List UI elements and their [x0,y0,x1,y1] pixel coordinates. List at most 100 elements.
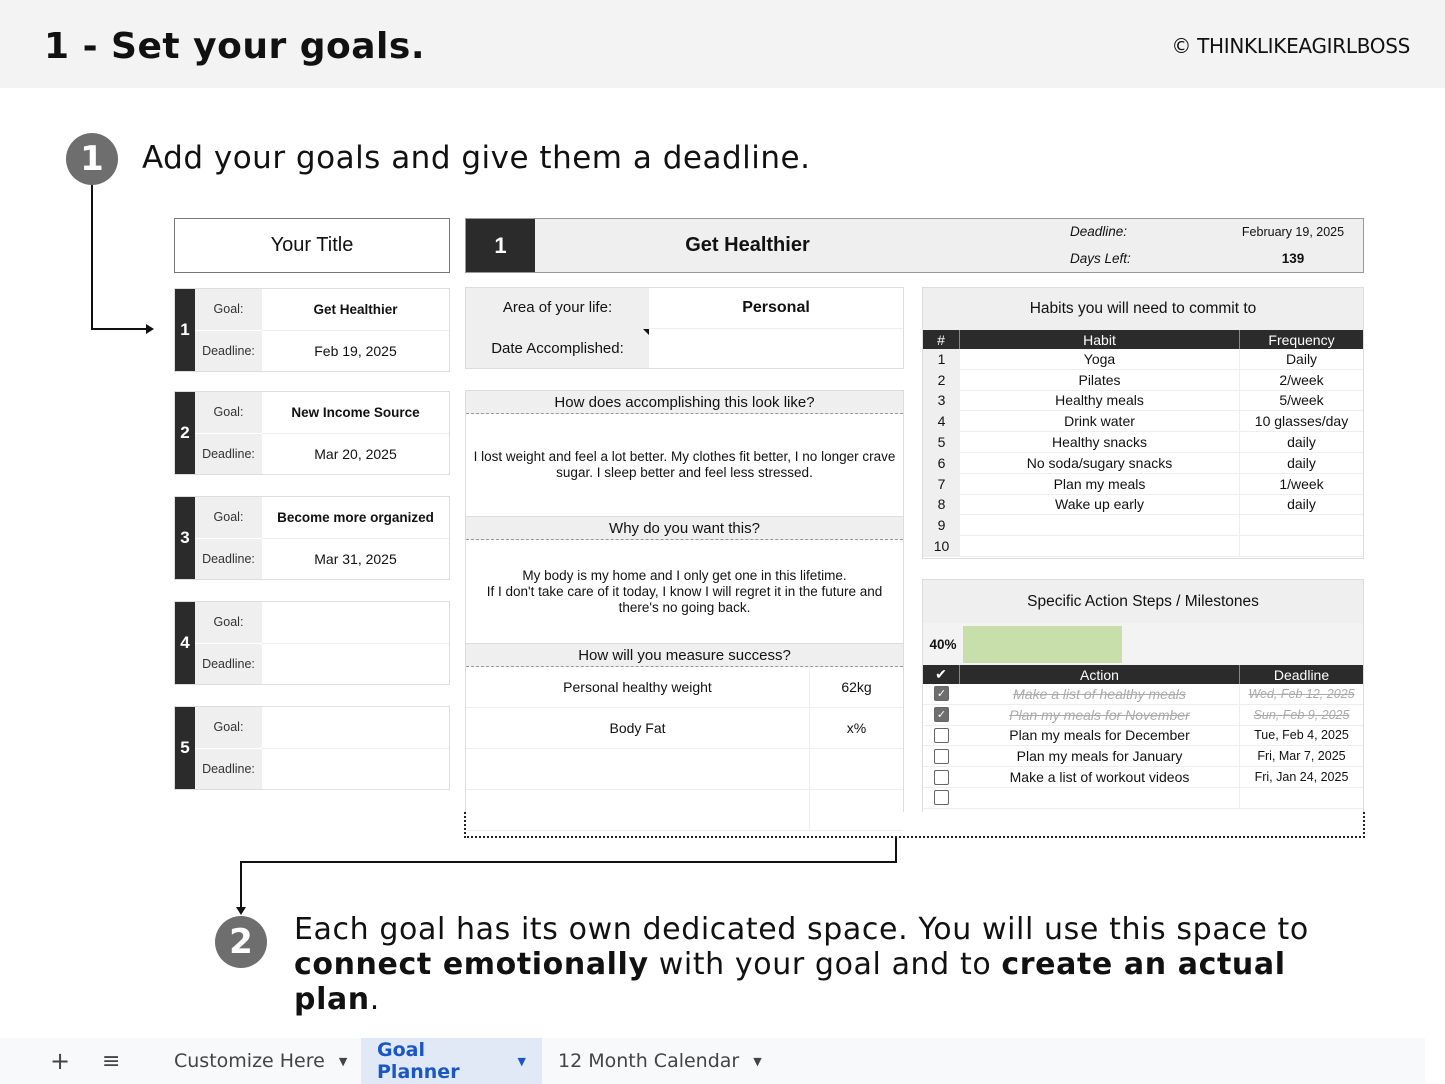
habit-frequency[interactable]: daily [1240,432,1363,452]
habit-name[interactable]: Drink water [960,411,1240,432]
habit-frequency[interactable]: 2/week [1240,370,1363,390]
habit-name[interactable]: Pilates [960,369,1240,390]
action-deadline[interactable]: Sun, Feb 9, 2025 [1240,705,1363,725]
habit-frequency[interactable]: daily [1240,495,1363,515]
area-panel: Area of your life: Personal Date Accompl… [465,287,904,369]
action-name[interactable]: Plan my meals for November [960,704,1240,725]
goal-number: 2 [175,392,195,474]
action-name[interactable]: Make a list of workout videos [960,767,1240,787]
chevron-down-icon[interactable]: ▼ [339,1055,347,1068]
action-deadline[interactable] [1240,788,1363,808]
habit-name[interactable]: Healthy snacks [960,432,1240,452]
all-sheets-menu-icon[interactable]: ≡ [102,1049,120,1074]
goal-card[interactable]: 2 Goal: Deadline: New Income Source Mar 20… [174,391,450,475]
add-sheet-icon[interactable]: + [50,1047,70,1075]
checkbox[interactable] [934,748,949,764]
habit-number: 3 [923,390,960,411]
action-deadline[interactable]: Fri, Jan 24, 2025 [1240,767,1363,787]
deadline-label: Deadline: [202,343,255,358]
habit-name[interactable] [960,515,1240,536]
habit-name[interactable]: Yoga [960,349,1240,369]
answer-field[interactable]: My body is my home and I only get one in… [466,540,903,644]
tab-goal-planner[interactable]: Goal Planner ▼ [361,1038,542,1084]
action-name[interactable]: Make a list of healthy meals [960,684,1240,704]
goal-value[interactable] [262,602,449,644]
action-row: ✓ Make a list of healthy meals Wed, Feb 12… [923,684,1363,705]
deadline-value[interactable] [262,644,449,685]
action-deadline[interactable]: Wed, Feb 12, 2025 [1240,684,1363,704]
progress-bar [963,625,1361,663]
chevron-down-icon[interactable]: ▼ [518,1055,526,1068]
deadline-value[interactable]: Mar 31, 2025 [262,539,449,580]
habit-frequency[interactable]: 10 glasses/day [1240,411,1363,431]
tab-customize-here[interactable]: Customize Here ▼ [158,1038,363,1084]
habits-table: Habits you will need to commit to # Habi… [922,287,1364,559]
habit-name[interactable]: Wake up early [960,494,1240,515]
checkbox-checked[interactable]: ✓ [934,707,949,723]
goal-card[interactable]: 5 Goal: Deadline: [174,706,450,790]
goal-number: 1 [175,289,195,371]
reflection-panel: How does accomplishing this look like? I… [465,390,904,831]
date-accomplished-field[interactable] [649,329,903,369]
action-name[interactable] [960,787,1240,808]
action-row: Plan my meals for January Fri, Mar 7, 202… [923,746,1363,768]
arrow-right-icon [146,324,154,334]
habit-row: 5 Healthy snacks daily [923,432,1363,453]
habit-name[interactable] [960,536,1240,556]
goal-detail-number: 1 [466,219,535,272]
habit-frequency[interactable]: 1/week [1240,474,1363,494]
habit-frequency[interactable] [1240,515,1363,535]
habit-frequency[interactable] [1240,536,1363,556]
goal-value[interactable]: New Income Source [262,392,449,434]
measure-target[interactable] [810,749,903,789]
habit-frequency[interactable]: 5/week [1240,391,1363,411]
habit-name[interactable]: No soda/sugary snacks [960,452,1240,473]
measure-target[interactable]: x% [810,708,903,748]
deadline-value: February 19, 2025 [1241,225,1345,239]
action-deadline[interactable]: Tue, Feb 4, 2025 [1240,726,1363,746]
answer-field[interactable]: I lost weight and feel a lot better. My … [466,414,903,517]
goal-card[interactable]: 4 Goal: Deadline: [174,601,450,685]
action-steps-table: Specific Action Steps / Milestones 40% ✔… [922,579,1364,812]
highlight-dotted-outline [464,812,1365,838]
checkbox[interactable] [934,790,949,806]
area-dropdown[interactable]: Personal [649,288,903,328]
tab-12-month-calendar[interactable]: 12 Month Calendar ▼ [542,1038,778,1084]
action-name[interactable]: Plan my meals for December [960,725,1240,746]
column-header: ✔ [923,665,960,684]
connector-line [895,838,897,863]
checkbox[interactable] [934,727,949,743]
measure-metric[interactable]: Personal healthy weight [466,667,810,707]
goal-card[interactable]: 1 Goal: Deadline: Get Healthier Feb 19, 20… [174,288,450,372]
action-name[interactable]: Plan my meals for January [960,746,1240,767]
habit-frequency[interactable]: daily [1240,453,1363,473]
measure-metric[interactable] [466,749,810,789]
deadline-value[interactable]: Mar 20, 2025 [262,434,449,475]
your-title-field[interactable]: Your Title [174,218,450,273]
question-heading: Why do you want this? [466,517,903,540]
tab-label: Customize Here [174,1050,325,1072]
habit-row: 6 No soda/sugary snacks daily [923,452,1363,474]
note-indicator-icon[interactable] [643,328,649,335]
goal-value[interactable] [262,707,449,749]
goal-value[interactable]: Become more organized [262,497,449,539]
deadline-value[interactable]: Feb 19, 2025 [262,331,449,372]
connector-line [240,861,242,909]
measure-target[interactable]: 62kg [810,667,903,707]
goal-value[interactable]: Get Healthier [262,289,449,331]
action-row: Make a list of workout videos Fri, Jan 24… [923,767,1363,788]
habit-number: 4 [923,411,960,432]
goal-number: 5 [175,707,195,789]
deadline-value[interactable] [262,749,449,790]
goal-card[interactable]: 3 Goal: Deadline: Become more organized Ma… [174,496,450,580]
page: 1 - Set your goals. © THINKLIKEAGIRLBOSS… [0,0,1445,1084]
action-deadline[interactable]: Fri, Mar 7, 2025 [1240,746,1363,766]
checkbox[interactable] [934,769,949,785]
goal-label: Goal: [195,497,262,539]
chevron-down-icon[interactable]: ▼ [753,1055,761,1068]
habit-name[interactable]: Plan my meals [960,473,1240,494]
measure-metric[interactable]: Body Fat [466,708,810,748]
habit-name[interactable]: Healthy meals [960,390,1240,411]
checkbox-checked[interactable]: ✓ [934,686,949,702]
habit-frequency[interactable]: Daily [1240,349,1363,369]
